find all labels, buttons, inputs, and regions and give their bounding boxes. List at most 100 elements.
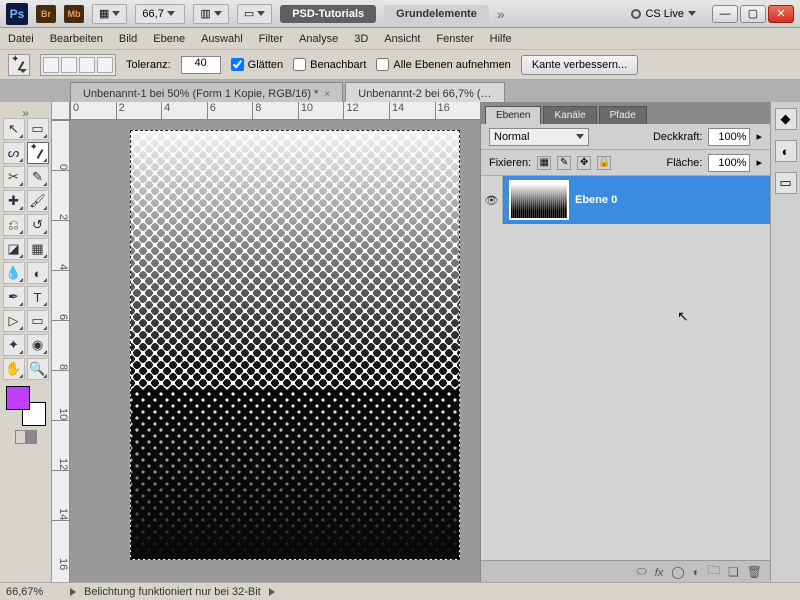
crop-tool-icon[interactable]: ✂ bbox=[3, 166, 25, 188]
menu-bearbeiten[interactable]: Bearbeiten bbox=[50, 33, 103, 45]
window-maximize-button[interactable]: ▢ bbox=[740, 5, 766, 23]
menu-ebene[interactable]: Ebene bbox=[153, 33, 185, 45]
healing-brush-tool-icon[interactable]: ✚ bbox=[3, 190, 25, 212]
zoom-preset-dropdown[interactable]: 66,7 bbox=[135, 4, 185, 24]
close-icon[interactable]: × bbox=[324, 89, 330, 100]
contiguous-checkbox[interactable]: Benachbart bbox=[293, 58, 366, 71]
lasso-tool-icon[interactable]: ᔕ bbox=[3, 142, 25, 164]
screen-mode-dropdown[interactable]: ▦ bbox=[92, 4, 127, 24]
window-close-button[interactable]: ✕ bbox=[768, 5, 794, 23]
adjustments-panel-icon[interactable]: ◐ bbox=[775, 140, 797, 162]
clone-stamp-tool-icon[interactable]: ⎌ bbox=[3, 214, 25, 236]
ruler-origin[interactable] bbox=[52, 102, 70, 120]
lock-all-icon[interactable]: 🔒 bbox=[597, 156, 611, 170]
blur-tool-icon[interactable]: 💧 bbox=[3, 262, 25, 284]
layer-row[interactable]: 👁 Ebene 0 bbox=[481, 176, 770, 224]
marquee-tool-icon[interactable]: ▭ bbox=[27, 118, 49, 140]
contiguous-checkbox-input[interactable] bbox=[293, 58, 306, 71]
eraser-tool-icon[interactable]: ◪ bbox=[3, 238, 25, 260]
foreground-color-swatch[interactable] bbox=[6, 386, 30, 410]
gradient-tool-icon[interactable]: ▦ bbox=[27, 238, 49, 260]
history-brush-tool-icon[interactable]: ↺ bbox=[27, 214, 49, 236]
window-minimize-button[interactable]: — bbox=[712, 5, 738, 23]
blend-mode-dropdown[interactable]: Normal bbox=[489, 128, 589, 146]
layer-name-label[interactable]: Ebene 0 bbox=[575, 194, 617, 206]
menu-analyse[interactable]: Analyse bbox=[299, 33, 338, 45]
collapse-toolbox-icon[interactable]: » bbox=[2, 106, 49, 118]
cs-live-button[interactable]: CS Live bbox=[631, 8, 696, 20]
layer-thumbnail[interactable] bbox=[509, 180, 569, 220]
current-tool-magic-wand-icon[interactable] bbox=[8, 54, 30, 76]
layers-panel-icon[interactable]: ◆ bbox=[775, 108, 797, 130]
menu-bild[interactable]: Bild bbox=[119, 33, 137, 45]
selection-intersect-icon[interactable] bbox=[97, 57, 113, 73]
3d-tool-icon[interactable]: ✦ bbox=[3, 334, 25, 356]
layer-visibility-eye-icon[interactable]: 👁 bbox=[481, 176, 503, 224]
quickmask-toggle[interactable] bbox=[15, 430, 37, 444]
play-icon[interactable] bbox=[269, 588, 275, 596]
shape-tool-icon[interactable]: ▭ bbox=[27, 310, 49, 332]
vertical-ruler[interactable]: 0 2 4 6 8 10 12 14 16 bbox=[52, 120, 70, 582]
document-tab-1[interactable]: Unbenannt-1 bei 50% (Form 1 Kopie, RGB/1… bbox=[70, 82, 343, 102]
view-extras-dropdown[interactable]: ▭ bbox=[237, 4, 272, 24]
lock-position-icon[interactable]: ✥ bbox=[577, 156, 591, 170]
fill-input[interactable]: 100% bbox=[708, 154, 750, 172]
layer-list[interactable]: 👁 Ebene 0 ↖ bbox=[481, 176, 770, 560]
magic-wand-tool-icon[interactable] bbox=[27, 142, 49, 164]
tab-pfade[interactable]: Pfade bbox=[599, 106, 647, 124]
lock-pixels-icon[interactable]: ✎ bbox=[557, 156, 571, 170]
selection-subtract-icon[interactable] bbox=[79, 57, 95, 73]
eyedropper-tool-icon[interactable]: ✎ bbox=[27, 166, 49, 188]
menu-auswahl[interactable]: Auswahl bbox=[201, 33, 243, 45]
refine-edge-button[interactable]: Kante verbessern... bbox=[521, 55, 638, 75]
selection-add-icon[interactable] bbox=[61, 57, 77, 73]
view-arrange-dropdown[interactable]: ▥ bbox=[193, 4, 228, 24]
menu-fenster[interactable]: Fenster bbox=[436, 33, 473, 45]
document-tab-2[interactable]: Unbenannt-2 bei 66,7% (… bbox=[345, 82, 504, 102]
antialias-checkbox-input[interactable] bbox=[231, 58, 244, 71]
new-layer-icon[interactable]: ❏ bbox=[728, 565, 739, 579]
paths-panel-icon[interactable]: ▭ bbox=[775, 172, 797, 194]
all-layers-checkbox-input[interactable] bbox=[376, 58, 389, 71]
color-swatches[interactable] bbox=[6, 386, 46, 426]
3d-camera-tool-icon[interactable]: ◉ bbox=[27, 334, 49, 356]
brush-tool-icon[interactable]: 🖌 bbox=[27, 190, 49, 212]
menu-ansicht[interactable]: Ansicht bbox=[384, 33, 420, 45]
link-layers-icon[interactable]: ⬭ bbox=[636, 564, 646, 579]
tab-kanaele[interactable]: Kanäle bbox=[543, 106, 596, 124]
dodge-tool-icon[interactable]: ◐ bbox=[27, 262, 49, 284]
hand-tool-icon[interactable]: ✋ bbox=[3, 358, 25, 380]
bridge-icon[interactable]: Br bbox=[36, 5, 56, 23]
type-tool-icon[interactable]: T bbox=[27, 286, 49, 308]
workspace-psd-tutorials[interactable]: PSD-Tutorials bbox=[280, 5, 376, 23]
workspace-grundelemente[interactable]: Grundelemente bbox=[384, 5, 489, 23]
all-layers-checkbox[interactable]: Alle Ebenen aufnehmen bbox=[376, 58, 510, 71]
selection-new-icon[interactable] bbox=[43, 57, 59, 73]
adjustment-layer-icon[interactable]: ◐ bbox=[693, 565, 700, 579]
layer-fx-icon[interactable]: fx bbox=[655, 565, 664, 579]
status-zoom-value[interactable]: 66,67% bbox=[6, 586, 62, 598]
move-tool-icon[interactable]: ↖ bbox=[3, 118, 25, 140]
menu-filter[interactable]: Filter bbox=[259, 33, 283, 45]
document-canvas[interactable] bbox=[130, 130, 460, 560]
add-mask-icon[interactable]: ◯ bbox=[671, 565, 684, 579]
play-icon[interactable] bbox=[70, 588, 76, 596]
opacity-flyout-icon[interactable]: ▸ bbox=[756, 130, 762, 143]
tab-ebenen[interactable]: Ebenen bbox=[485, 106, 541, 124]
zoom-tool-icon[interactable]: 🔍 bbox=[27, 358, 49, 380]
path-select-tool-icon[interactable]: ▷ bbox=[3, 310, 25, 332]
new-group-icon[interactable]: 🗀 bbox=[708, 561, 720, 582]
tolerance-input[interactable]: 40 bbox=[181, 56, 221, 74]
double-chevron-right-icon[interactable]: » bbox=[497, 6, 505, 22]
menu-datei[interactable]: Datei bbox=[8, 33, 34, 45]
delete-layer-icon[interactable]: 🗑 bbox=[747, 565, 762, 579]
antialias-checkbox[interactable]: Glätten bbox=[231, 58, 283, 71]
pen-tool-icon[interactable]: ✒ bbox=[3, 286, 25, 308]
fill-flyout-icon[interactable]: ▸ bbox=[756, 156, 762, 169]
horizontal-ruler[interactable]: 0 2 4 6 8 10 12 14 16 bbox=[70, 102, 480, 120]
minibridge-icon[interactable]: Mb bbox=[64, 5, 84, 23]
opacity-input[interactable]: 100% bbox=[708, 128, 750, 146]
menu-hilfe[interactable]: Hilfe bbox=[490, 33, 512, 45]
lock-transparency-icon[interactable]: ▦ bbox=[537, 156, 551, 170]
menu-3d[interactable]: 3D bbox=[354, 33, 368, 45]
